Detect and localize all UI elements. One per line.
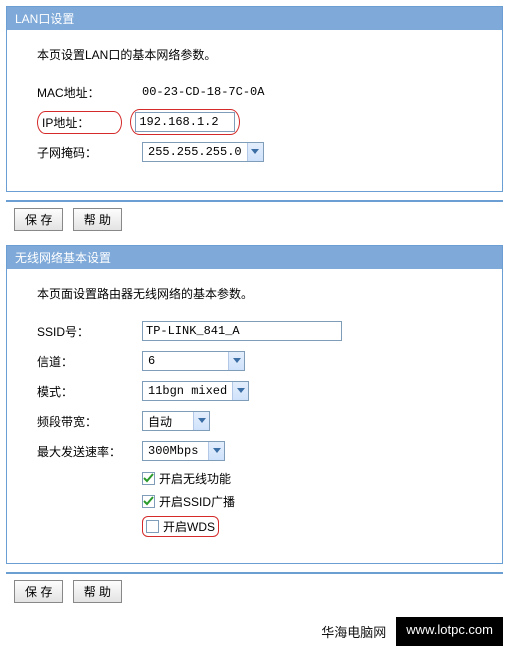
rate-label: 最大发送速率： [37,443,142,460]
enable-wds-label: 开启WDS [163,518,215,535]
channel-value: 6 [143,352,228,370]
chevron-down-icon [193,412,209,430]
watermark-left: 华海电脑网 [311,617,396,646]
watermark: 华海电脑网 www.lotpc.com [6,617,503,646]
save-button[interactable]: 保 存 [14,208,63,231]
mode-label: 模式： [37,383,142,400]
mac-label: MAC地址： [37,84,142,101]
lan-description: 本页设置LAN口的基本网络参数。 [37,46,482,63]
wlan-panel: 无线网络基本设置 本页面设置路由器无线网络的基本参数。 SSID号： 信道： 6… [6,245,503,564]
enable-ssid-label: 开启SSID广播 [159,493,235,510]
mode-value: 11bgn mixed [143,382,232,400]
channel-row: 信道： 6 [37,348,482,374]
mask-value: 255.255.255.0 [143,143,247,161]
chevron-down-icon [228,352,244,370]
enable-ssid-row: 开启SSID广播 [142,493,482,510]
ip-label: IP地址： [42,114,89,131]
mac-value: 00-23-CD-18-7C-0A [142,85,264,99]
watermark-right: www.lotpc.com [396,617,503,646]
rate-value: 300Mbps [143,442,208,460]
mac-row: MAC地址： 00-23-CD-18-7C-0A [37,79,482,105]
enable-wireless-row: 开启无线功能 [142,470,482,487]
lan-panel-body: 本页设置LAN口的基本网络参数。 MAC地址： 00-23-CD-18-7C-0… [7,30,502,191]
enable-wds-row: 开启WDS [142,516,482,537]
enable-wireless-label: 开启无线功能 [159,470,231,487]
mode-select[interactable]: 11bgn mixed [142,381,249,401]
ssid-input[interactable] [142,321,342,341]
rate-select[interactable]: 300Mbps [142,441,225,461]
wlan-panel-body: 本页面设置路由器无线网络的基本参数。 SSID号： 信道： 6 模式： 11bg… [7,269,502,563]
rate-row: 最大发送速率： 300Mbps [37,438,482,464]
mode-row: 模式： 11bgn mixed [37,378,482,404]
wlan-description: 本页面设置路由器无线网络的基本参数。 [37,285,482,302]
bandwidth-label: 频段带宽： [37,413,142,430]
ssid-row: SSID号： [37,318,482,344]
wlan-button-bar: 保 存 帮 助 [6,572,503,605]
lan-panel: LAN口设置 本页设置LAN口的基本网络参数。 MAC地址： 00-23-CD-… [6,6,503,192]
bandwidth-select[interactable]: 自动 [142,411,210,431]
mask-label: 子网掩码： [37,144,142,161]
ip-row: IP地址： [37,109,482,135]
wds-highlight: 开启WDS [142,516,219,537]
enable-ssid-checkbox[interactable] [142,495,155,508]
lan-button-bar: 保 存 帮 助 [6,200,503,233]
lan-panel-title: LAN口设置 [7,7,502,30]
channel-select[interactable]: 6 [142,351,245,371]
ip-label-highlight: IP地址： [37,111,122,134]
chevron-down-icon [232,382,248,400]
help-button[interactable]: 帮 助 [73,580,122,603]
channel-label: 信道： [37,353,142,370]
chevron-down-icon [247,143,263,161]
wlan-panel-title: 无线网络基本设置 [7,246,502,269]
bandwidth-value: 自动 [143,412,193,430]
help-button[interactable]: 帮 助 [73,208,122,231]
ip-input-highlight [130,109,240,135]
chevron-down-icon [208,442,224,460]
enable-wds-checkbox[interactable] [146,520,159,533]
ssid-label: SSID号： [37,323,142,340]
bandwidth-row: 频段带宽： 自动 [37,408,482,434]
mask-row: 子网掩码： 255.255.255.0 [37,139,482,165]
ip-input[interactable] [135,112,235,132]
mask-select[interactable]: 255.255.255.0 [142,142,264,162]
save-button[interactable]: 保 存 [14,580,63,603]
enable-wireless-checkbox[interactable] [142,472,155,485]
